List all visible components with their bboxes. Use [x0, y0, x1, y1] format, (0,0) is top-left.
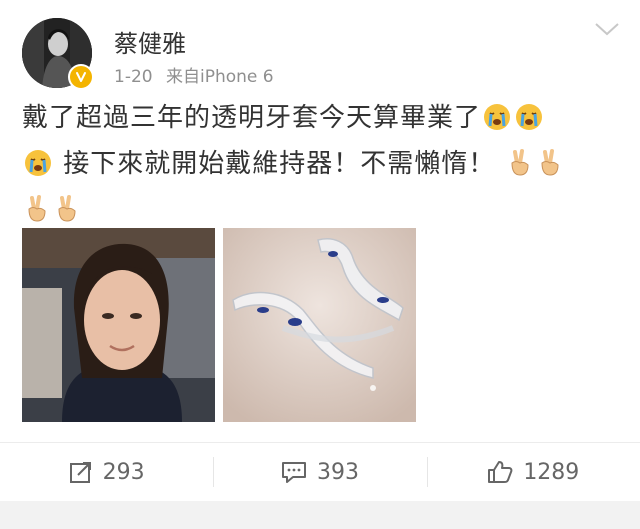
like-count: 1289 — [523, 459, 580, 485]
repost-button[interactable]: 293 — [0, 443, 213, 501]
post-actions: 293 393 1289 — [0, 443, 640, 501]
comment-icon — [281, 462, 306, 483]
repost-count: 293 — [102, 459, 145, 485]
verified-badge-icon — [68, 64, 94, 90]
crying-face-icon — [482, 102, 512, 144]
post-text-segment-1: 戴了超過三年的透明牙套今天算畢業了 — [22, 103, 482, 133]
post-image-aligners[interactable] — [223, 228, 416, 422]
post-line-1: 戴了超過三年的透明牙套今天算畢業了 — [22, 98, 622, 144]
chevron-down-icon[interactable] — [594, 20, 620, 38]
weibo-post-card: 蔡健雅 1-20 来自iPhone 6 戴了超過三年的透明牙套今天算畢業了 接下… — [0, 0, 640, 529]
post-meta: 1-20 来自iPhone 6 — [114, 62, 274, 87]
post-date: 1-20 — [114, 67, 153, 87]
post-image-selfie[interactable] — [22, 228, 215, 422]
post-source: 来自iPhone 6 — [166, 67, 274, 87]
post-text-segment-2: 接下來就開始戴維持器！不需懶惰！ — [63, 149, 496, 179]
post-text: 戴了超過三年的透明牙套今天算畢業了 接下來就開始戴維持器！不需懶惰！ — [22, 98, 622, 236]
victory-hand-icon — [506, 148, 534, 190]
comment-button[interactable]: 393 — [213, 443, 426, 501]
like-button[interactable]: 1289 — [426, 443, 640, 501]
repost-icon — [69, 462, 91, 483]
feed-separator — [0, 501, 640, 529]
crying-face-icon — [514, 102, 544, 144]
username[interactable]: 蔡健雅 — [114, 24, 186, 59]
comment-count: 393 — [316, 459, 359, 485]
like-icon — [488, 461, 513, 483]
crying-face-icon — [23, 148, 53, 190]
post-line-2: 接下來就開始戴維持器！不需懶惰！ — [22, 144, 622, 190]
victory-hand-icon — [536, 148, 564, 190]
